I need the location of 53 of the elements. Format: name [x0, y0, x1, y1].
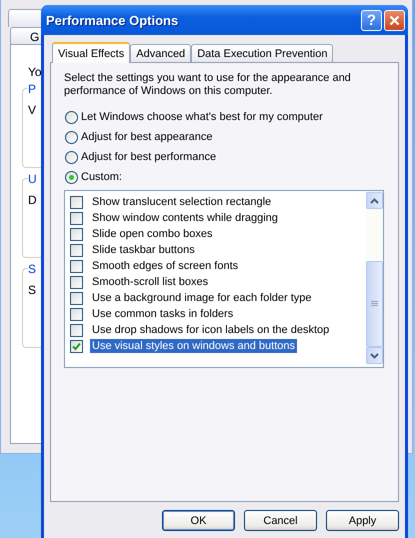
scroll-up-button[interactable]	[366, 192, 383, 209]
list-item[interactable]: Use a background image for each folder type	[90, 291, 314, 305]
window-title: Performance Options	[46, 12, 178, 28]
checkbox[interactable]	[70, 260, 83, 272]
tab[interactable]: Data Execution Prevention	[191, 44, 334, 62]
radio-button[interactable]	[65, 110, 78, 124]
close-icon	[389, 14, 400, 26]
list-item[interactable]: Smooth edges of screen fonts	[90, 259, 240, 273]
intro-text: Yo	[28, 65, 42, 79]
caret-down-icon	[370, 352, 379, 358]
scrollbar[interactable]	[366, 191, 383, 367]
radio-label[interactable]: Adjust for best appearance	[81, 131, 212, 143]
caret-up-icon	[370, 198, 379, 204]
checkbox[interactable]	[70, 324, 83, 336]
checkbox[interactable]	[70, 228, 83, 240]
close-button[interactable]	[384, 10, 405, 30]
group-text: S	[28, 283, 36, 297]
radio-label[interactable]: Let Windows choose what's best for my computer	[81, 111, 323, 123]
tab[interactable]: Advanced	[130, 44, 192, 62]
checkbox[interactable]	[70, 292, 83, 304]
dialog-button[interactable]: Apply	[326, 510, 399, 531]
radio-button[interactable]	[65, 150, 78, 164]
scroll-down-button[interactable]	[366, 347, 383, 364]
radio-button[interactable]	[65, 170, 78, 184]
group-title: S	[28, 262, 42, 276]
checkbox[interactable]	[70, 308, 83, 320]
checkbox[interactable]	[70, 196, 83, 208]
checkbox[interactable]	[70, 212, 83, 224]
list-item[interactable]: Show window contents while dragging	[90, 211, 280, 225]
list-item[interactable]: Use visual styles on windows and buttons	[90, 339, 297, 353]
description-text: Select the settings you want to use for the appearance and performance of Windows on this computer.	[64, 72, 352, 98]
grip-icon	[371, 301, 378, 307]
list-item[interactable]: Use drop shadows for icon labels on the desktop	[90, 323, 332, 337]
group-title: U	[28, 172, 42, 186]
list-item[interactable]: Slide taskbar buttons	[90, 243, 197, 257]
radio-label[interactable]: Custom:	[81, 171, 122, 183]
list-item[interactable]: Use common tasks in folders	[90, 307, 236, 321]
list-item[interactable]: Slide open combo boxes	[90, 227, 214, 241]
tab[interactable]: Visual Effects	[52, 42, 130, 63]
radio-label[interactable]: Adjust for best performance	[81, 151, 216, 163]
checkbox[interactable]	[70, 276, 83, 288]
group-text: D	[28, 193, 37, 207]
group-text: V	[28, 103, 36, 117]
checkbox[interactable]	[70, 340, 83, 352]
list-item[interactable]: Smooth-scroll list boxes	[90, 275, 210, 289]
dialog-button[interactable]: Cancel	[244, 510, 317, 531]
scroll-thumb[interactable]	[366, 261, 383, 347]
checkmark-icon	[72, 342, 81, 350]
list-item[interactable]: Show translucent selection rectangle	[90, 195, 274, 209]
radio-button[interactable]	[65, 130, 78, 144]
dialog-button[interactable]: OK	[162, 510, 235, 531]
group-title: P	[28, 82, 42, 96]
checkbox[interactable]	[70, 244, 83, 256]
